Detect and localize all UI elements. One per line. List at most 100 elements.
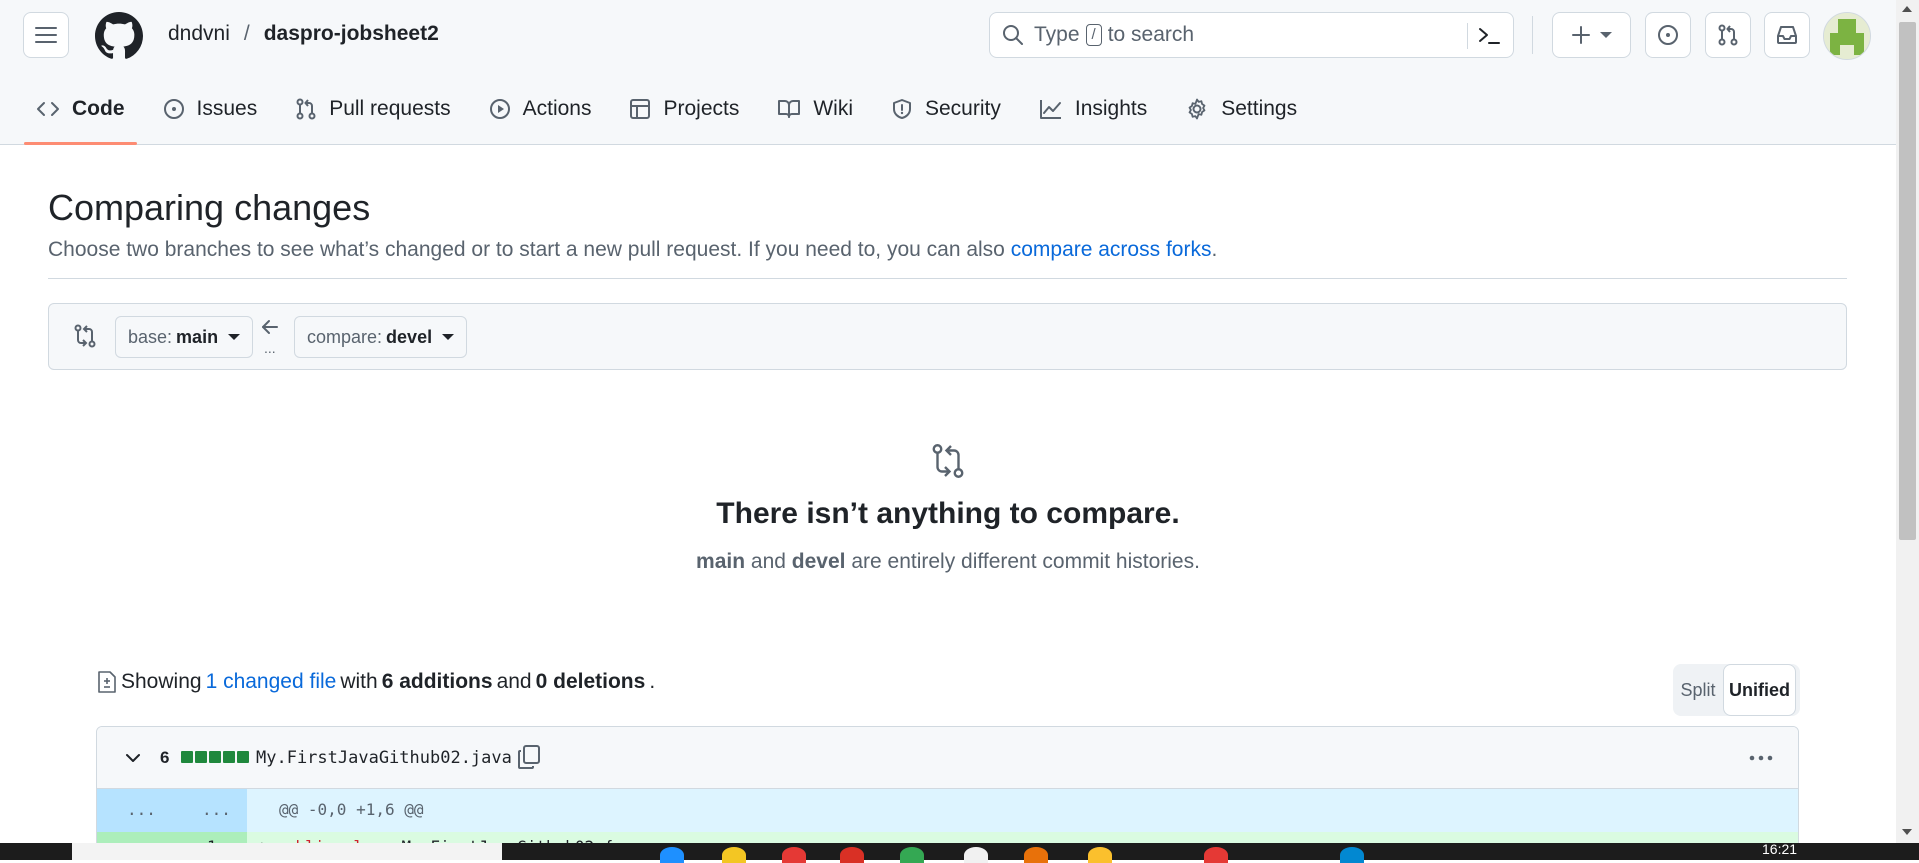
app-icon[interactable] [840, 847, 864, 863]
shield-icon [893, 99, 911, 119]
tab-label: Issues [196, 97, 258, 120]
tab-actions[interactable]: Actions [477, 88, 604, 130]
caret-down-icon [442, 334, 455, 340]
repo-nav-tabs: Code Issues Pull requests Actions Projec… [24, 88, 1323, 145]
hunk-left-dots: ... [127, 800, 156, 819]
compare-across-forks-link[interactable]: compare across forks [1011, 238, 1212, 261]
search-placeholder-suffix: to search [1107, 23, 1195, 46]
diffstat-add-block [181, 751, 193, 763]
subtitle-end: . [1211, 238, 1218, 261]
avatar[interactable] [1823, 12, 1871, 60]
pull-requests-button[interactable] [1705, 12, 1751, 58]
tab-pull-requests[interactable]: Pull requests [283, 88, 462, 130]
blankslate-branch-b: devel [791, 550, 846, 573]
issue-opened-icon [163, 99, 184, 119]
tab-label: Insights [1074, 97, 1148, 120]
range-dots: ... [264, 340, 276, 356]
hunk-header-text: @@ -0,0 +1,6 @@ [279, 800, 424, 819]
tab-wiki[interactable]: Wiki [765, 88, 865, 130]
menu-button[interactable] [23, 12, 69, 58]
scrollbar-thumb[interactable] [1899, 22, 1916, 540]
tab-label: Actions [522, 97, 592, 120]
explorer-icon[interactable] [722, 847, 746, 863]
diffstat-add-block [209, 751, 221, 763]
issues-button[interactable] [1645, 12, 1691, 58]
tab-code[interactable]: Code [24, 88, 137, 145]
breadcrumb-owner[interactable]: dndvni [168, 22, 230, 46]
scroll-up-arrow-icon[interactable] [1902, 6, 1912, 12]
git-compare-icon [932, 444, 964, 478]
tab-settings[interactable]: Settings [1173, 88, 1309, 130]
tab-label: Security [925, 97, 1001, 120]
edge-icon[interactable] [660, 847, 684, 863]
hunk-header: ... ... @@ -0,0 +1,6 @@ [97, 789, 1798, 832]
tab-issues[interactable]: Issues [151, 88, 270, 130]
header-divider [1532, 16, 1533, 54]
summary-and: and [496, 670, 532, 693]
range-editor: base: main ... compare: devel [48, 303, 1847, 370]
taskbar-search[interactable] [72, 843, 502, 860]
command-palette-icon[interactable] [1476, 23, 1502, 49]
caret-down-icon [228, 334, 241, 340]
app-icon[interactable] [782, 847, 806, 863]
tab-label: Code [72, 97, 125, 120]
chevron-down-icon[interactable] [125, 750, 141, 766]
search-placeholder: Type / to search [1034, 23, 1194, 47]
arrow-left-icon [262, 320, 278, 334]
file-name[interactable]: My.FirstJavaGithub02.java [256, 748, 512, 768]
tab-label: Pull requests [329, 97, 451, 120]
tab-label: Projects [663, 97, 740, 120]
app-icon[interactable] [1024, 847, 1048, 863]
tab-projects[interactable]: Projects [617, 88, 751, 130]
compare-branch-select[interactable]: compare: devel [294, 316, 468, 358]
base-branch-select[interactable]: base: main [115, 316, 254, 358]
base-branch-name: main [176, 326, 219, 347]
git-pull-request-icon [296, 98, 316, 120]
diffstat [181, 751, 249, 763]
app-icon[interactable] [1204, 847, 1228, 863]
search-input[interactable]: Type / to search [989, 12, 1514, 58]
unified-view-button[interactable]: Unified [1723, 664, 1796, 716]
app-icon[interactable] [1340, 847, 1364, 863]
summary-deletions: 0 deletions [535, 670, 646, 693]
hunk-expander[interactable]: ... ... [97, 789, 247, 832]
scroll-down-arrow-icon[interactable] [1902, 829, 1912, 835]
git-compare-icon [74, 324, 96, 348]
identicon-icon [1824, 13, 1870, 59]
hunk-right-dots: ... [202, 800, 231, 819]
tab-insights[interactable]: Insights [1027, 88, 1159, 130]
app-icon[interactable] [1088, 847, 1112, 863]
breadcrumb: dndvni / daspro-jobsheet2 [168, 22, 439, 46]
kebab-horizontal-icon[interactable] [1747, 744, 1775, 772]
diff-view-toggle: Split Unified [1673, 664, 1800, 716]
split-view-button[interactable]: Split [1673, 680, 1723, 701]
taskbar-clock: 16:21 [1762, 841, 1798, 857]
file-diff-icon [98, 671, 116, 693]
title-divider [48, 278, 1847, 279]
book-icon [778, 100, 801, 118]
compare-prefix: compare: [307, 326, 383, 347]
search-shortcut-key: / [1085, 24, 1102, 46]
blankslate-and: and [750, 550, 786, 573]
inbox-icon [1777, 26, 1797, 44]
tab-security[interactable]: Security [879, 88, 1013, 130]
git-pull-request-icon [1718, 24, 1738, 46]
github-logo-icon[interactable] [95, 12, 143, 60]
app-icon[interactable] [964, 847, 988, 863]
blankslate-heading: There isn’t anything to compare. [716, 497, 1180, 530]
changed-files-link[interactable]: 1 changed file [206, 670, 337, 694]
triangle-down-icon [1599, 32, 1612, 38]
copy-icon[interactable] [517, 744, 541, 770]
table-icon [630, 99, 651, 119]
chrome-icon[interactable] [900, 847, 924, 863]
page-subtitle: Choose two branches to see what’s change… [48, 238, 1217, 262]
create-new-button[interactable] [1552, 12, 1631, 58]
play-icon [489, 99, 510, 119]
breadcrumb-repo[interactable]: daspro-jobsheet2 [264, 22, 439, 46]
gear-icon [1188, 98, 1206, 120]
vertical-scrollbar[interactable] [1896, 0, 1919, 843]
os-taskbar: 16:21 [0, 841, 1919, 863]
inbox-button[interactable] [1764, 12, 1810, 58]
subtitle-text: Choose two branches to see what’s change… [48, 238, 1005, 261]
search-icon [1003, 25, 1023, 45]
